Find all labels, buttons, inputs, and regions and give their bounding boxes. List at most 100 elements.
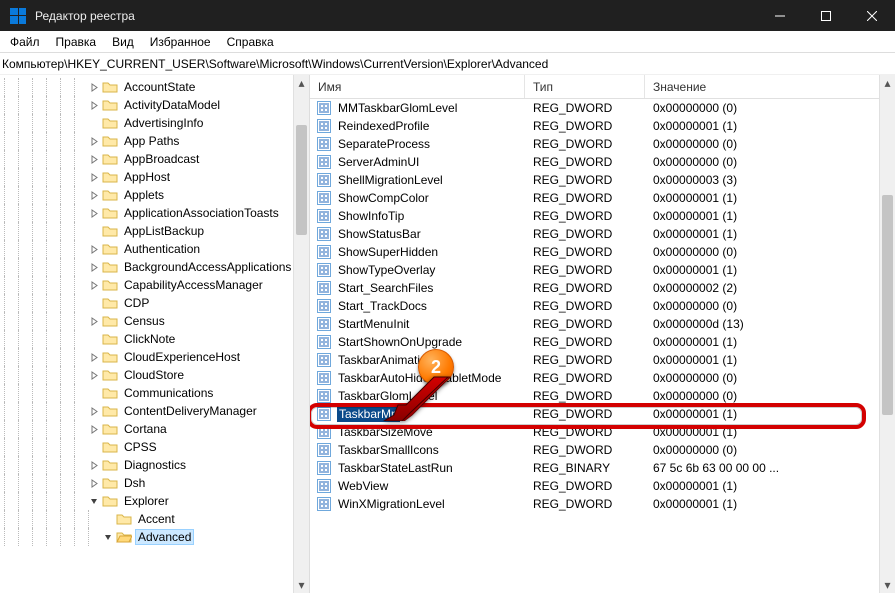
tree-scrollbar[interactable]: ▴ ▾ — [293, 75, 309, 593]
tree-node[interactable]: ContentDeliveryManager — [0, 402, 309, 420]
tree-node[interactable]: AppBroadcast — [0, 150, 309, 168]
value-row[interactable]: Start_TrackDocsREG_DWORD0x00000000 (0) — [310, 297, 895, 315]
tree-expand-icon[interactable] — [88, 279, 100, 291]
tree-expand-icon[interactable] — [102, 513, 114, 525]
tree-node[interactable]: CloudStore — [0, 366, 309, 384]
close-button[interactable] — [849, 0, 895, 31]
address-bar[interactable]: Компьютер\HKEY_CURRENT_USER\Software\Mic… — [0, 53, 895, 75]
tree-node[interactable]: Authentication — [0, 240, 309, 258]
tree-node[interactable]: BackgroundAccessApplications — [0, 258, 309, 276]
value-row[interactable]: ShowInfoTipREG_DWORD0x00000001 (1) — [310, 207, 895, 225]
value-row[interactable]: TaskbarSmallIconsREG_DWORD0x00000000 (0) — [310, 441, 895, 459]
value-row[interactable]: WinXMigrationLevelREG_DWORD0x00000001 (1… — [310, 495, 895, 513]
value-row[interactable]: SeparateProcessREG_DWORD0x00000000 (0) — [310, 135, 895, 153]
value-row[interactable]: WebViewREG_DWORD0x00000001 (1) — [310, 477, 895, 495]
tree-expand-icon[interactable] — [88, 351, 100, 363]
value-row[interactable]: StartMenuInitREG_DWORD0x0000000d (13) — [310, 315, 895, 333]
menu-file[interactable]: Файл — [2, 33, 48, 51]
scrollbar-thumb[interactable] — [296, 125, 307, 235]
col-name[interactable]: Имя — [310, 75, 525, 98]
value-row[interactable]: ShellMigrationLevelREG_DWORD0x00000003 (… — [310, 171, 895, 189]
value-row[interactable]: ShowTypeOverlayREG_DWORD0x00000001 (1) — [310, 261, 895, 279]
tree-expand-icon[interactable] — [88, 387, 100, 399]
registry-tree[interactable]: AccountStateActivityDataModelAdvertising… — [0, 75, 310, 593]
tree-node[interactable]: CapabilityAccessManager — [0, 276, 309, 294]
tree-expand-icon[interactable] — [88, 117, 100, 129]
scroll-up-icon[interactable]: ▴ — [880, 75, 895, 91]
tree-expand-icon[interactable] — [88, 99, 100, 111]
maximize-button[interactable] — [803, 0, 849, 31]
tree-expand-icon[interactable] — [88, 333, 100, 345]
tree-node[interactable]: CDP — [0, 294, 309, 312]
value-row[interactable]: ShowSuperHiddenREG_DWORD0x00000000 (0) — [310, 243, 895, 261]
col-value[interactable]: Значение — [645, 75, 895, 98]
tree-node[interactable]: Accent — [0, 510, 309, 528]
tree-node[interactable]: ActivityDataModel — [0, 96, 309, 114]
tree-node[interactable]: CPSS — [0, 438, 309, 456]
tree-node[interactable]: Explorer — [0, 492, 309, 510]
tree-expand-icon[interactable] — [88, 225, 100, 237]
tree-node[interactable]: Applets — [0, 186, 309, 204]
value-row[interactable]: TaskbarStateLastRunREG_BINARY67 5c 6b 63… — [310, 459, 895, 477]
tree-node[interactable]: ClickNote — [0, 330, 309, 348]
tree-node[interactable]: ApplicationAssociationToasts — [0, 204, 309, 222]
tree-expand-icon[interactable] — [88, 135, 100, 147]
tree-expand-icon[interactable] — [88, 207, 100, 219]
tree-expand-icon[interactable] — [88, 459, 100, 471]
tree-expand-icon[interactable] — [88, 261, 100, 273]
value-row[interactable]: TaskbarSizeMoveREG_DWORD0x00000001 (1) — [310, 423, 895, 441]
value-row[interactable]: TaskbarAnimationsREG_DWORD0x00000001 (1) — [310, 351, 895, 369]
value-row[interactable]: Start_SearchFilesREG_DWORD0x00000002 (2) — [310, 279, 895, 297]
tree-node[interactable]: Cortana — [0, 420, 309, 438]
menu-view[interactable]: Вид — [104, 33, 142, 51]
scroll-up-icon[interactable]: ▴ — [294, 75, 309, 91]
value-row[interactable]: ShowStatusBarREG_DWORD0x00000001 (1) — [310, 225, 895, 243]
tree-expand-icon[interactable] — [88, 171, 100, 183]
menu-edit[interactable]: Правка — [48, 33, 105, 51]
tree-node[interactable]: Dsh — [0, 474, 309, 492]
value-row[interactable]: ReindexedProfileREG_DWORD0x00000001 (1) — [310, 117, 895, 135]
tree-expand-icon[interactable] — [88, 477, 100, 489]
value-row[interactable]: TaskbarAutoHideInTabletModeREG_DWORD0x00… — [310, 369, 895, 387]
tree-expand-icon[interactable] — [88, 369, 100, 381]
tree-expand-icon[interactable] — [88, 441, 100, 453]
tree-node[interactable]: AdvertisingInfo — [0, 114, 309, 132]
value-row[interactable]: ServerAdminUIREG_DWORD0x00000000 (0) — [310, 153, 895, 171]
tree-node[interactable]: Advanced — [0, 528, 309, 546]
scroll-down-icon[interactable]: ▾ — [294, 577, 309, 593]
tree-expand-icon[interactable] — [88, 243, 100, 255]
tree-expand-icon[interactable] — [88, 315, 100, 327]
value-row[interactable]: MMTaskbarGlomLevelREG_DWORD0x00000000 (0… — [310, 99, 895, 117]
minimize-button[interactable] — [757, 0, 803, 31]
values-list[interactable]: Имя Тип Значение MMTaskbarGlomLevelREG_D… — [310, 75, 895, 593]
value-row[interactable]: StartShownOnUpgradeREG_DWORD0x00000001 (… — [310, 333, 895, 351]
scrollbar-thumb[interactable] — [882, 195, 893, 415]
tree-expand-icon[interactable] — [88, 405, 100, 417]
folder-icon — [102, 98, 118, 112]
value-type: REG_DWORD — [525, 353, 645, 367]
menu-help[interactable]: Справка — [219, 33, 282, 51]
tree-expand-icon[interactable] — [88, 189, 100, 201]
tree-node[interactable]: AppHost — [0, 168, 309, 186]
tree-expand-icon[interactable] — [88, 153, 100, 165]
value-row[interactable]: ShowCompColorREG_DWORD0x00000001 (1) — [310, 189, 895, 207]
value-row[interactable]: TaskbarMnREG_DWORD0x00000001 (1) — [310, 405, 895, 423]
tree-node[interactable]: AppListBackup — [0, 222, 309, 240]
col-type[interactable]: Тип — [525, 75, 645, 98]
tree-node[interactable]: Census — [0, 312, 309, 330]
tree-node[interactable]: AccountState — [0, 78, 309, 96]
tree-expand-icon[interactable] — [88, 297, 100, 309]
tree-expand-icon[interactable] — [88, 81, 100, 93]
scroll-down-icon[interactable]: ▾ — [880, 577, 895, 593]
tree-node[interactable]: App Paths — [0, 132, 309, 150]
value-row[interactable]: TaskbarGlomLevelREG_DWORD0x00000000 (0) — [310, 387, 895, 405]
tree-expand-icon[interactable] — [88, 423, 100, 435]
tree-node[interactable]: Diagnostics — [0, 456, 309, 474]
list-scrollbar[interactable]: ▴ ▾ — [879, 75, 895, 593]
tree-node[interactable]: Communications — [0, 384, 309, 402]
menu-favorites[interactable]: Избранное — [142, 33, 219, 51]
tree-expand-icon[interactable] — [102, 531, 114, 543]
tree-node[interactable]: CloudExperienceHost — [0, 348, 309, 366]
tree-expand-icon[interactable] — [88, 495, 100, 507]
tree-node-label: Applets — [122, 188, 166, 202]
